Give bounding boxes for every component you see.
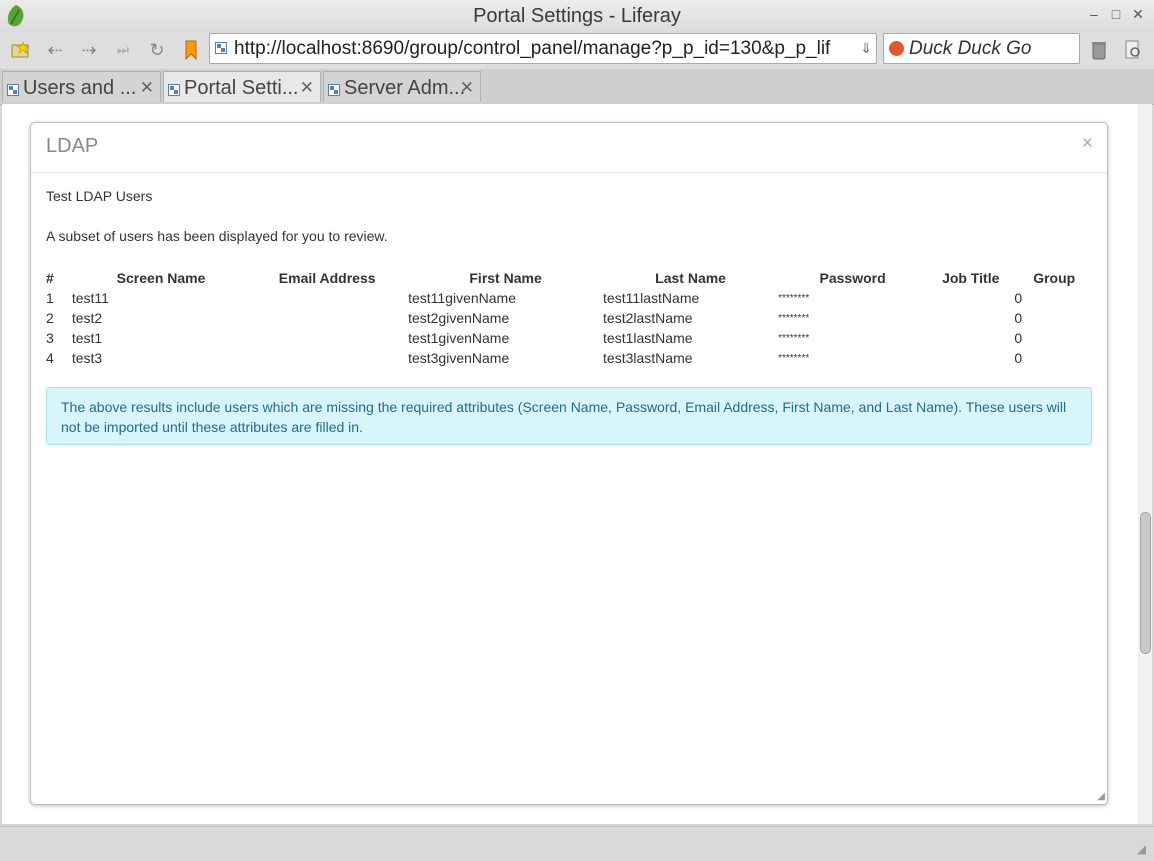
cell-job-title	[927, 328, 1014, 348]
tab-close-icon[interactable]: ✕	[140, 78, 154, 98]
tab-users-and-organizations[interactable]: Users and ... ✕	[2, 71, 161, 102]
cell-first-name: test3givenName	[408, 350, 510, 366]
cell-group: 0	[1014, 310, 1023, 326]
column-header-number: #	[46, 270, 54, 286]
minimize-icon[interactable]: –	[1086, 6, 1102, 23]
dialog-title: LDAP	[46, 135, 99, 157]
fast-forward-icon[interactable]: ⏭	[110, 38, 136, 62]
cell-group: 0	[1014, 290, 1023, 306]
table-row: 2 test2 test2givenName test2lastName ***…	[46, 308, 1094, 328]
column-header-email-address: Email Address	[278, 270, 376, 286]
window-resize-grip-icon[interactable]: ◢	[1137, 842, 1146, 856]
table-row: 1 test11 test11givenName test11lastName …	[46, 288, 1094, 308]
cell-group: 0	[1014, 330, 1023, 346]
tab-server-administration[interactable]: Server Adm... ✕	[323, 71, 481, 102]
duckduckgo-logo-icon	[889, 41, 904, 56]
table-header-row: # Screen Name Email Address First Name L…	[46, 268, 1094, 288]
tab-favicon-icon	[328, 84, 340, 96]
cell-number: 2	[46, 310, 54, 326]
cell-email-address	[250, 288, 404, 308]
cell-email-address	[250, 348, 404, 368]
dialog-header: LDAP ×	[31, 123, 1107, 173]
cell-job-title	[927, 308, 1014, 328]
bookmark-ribbon-icon[interactable]	[178, 38, 204, 62]
cell-first-name: test11givenName	[408, 290, 516, 306]
tab-favicon-icon	[7, 84, 19, 96]
dialog-resize-handle[interactable]: ◢	[1097, 791, 1105, 802]
tab-close-icon[interactable]: ✕	[300, 78, 314, 98]
cell-group: 0	[1014, 350, 1023, 366]
tab-favicon-icon	[168, 84, 180, 96]
tab-bar: Users and ... ✕ Portal Setti... ✕ Server…	[0, 69, 1154, 105]
cell-password: ********	[778, 332, 810, 344]
page-favicon-icon	[215, 42, 227, 54]
cell-first-name: test2givenName	[408, 310, 510, 326]
tab-label: Portal Setti...	[184, 77, 299, 99]
cell-last-name: test3lastName	[603, 350, 693, 366]
window-title: Portal Settings - Liferay	[473, 5, 681, 27]
maximize-icon[interactable]: □	[1108, 6, 1124, 23]
missing-attributes-alert: The above results include users which ar…	[46, 387, 1092, 445]
page-content: LDAP × Test LDAP Users A subset of users…	[2, 104, 1152, 824]
column-header-first-name: First Name	[469, 270, 542, 286]
tab-close-icon[interactable]: ✕	[460, 78, 474, 98]
dialog-intro-text: A subset of users has been displayed for…	[46, 228, 388, 244]
cell-password: ********	[778, 292, 810, 304]
cell-password: ********	[778, 352, 810, 364]
cell-job-title	[927, 288, 1014, 308]
url-text: http://localhost:8690/group/control_pane…	[234, 38, 831, 59]
cell-email-address	[250, 328, 404, 348]
search-bar[interactable]: Duck Duck Go	[883, 33, 1080, 64]
ldap-dialog: LDAP × Test LDAP Users A subset of users…	[30, 122, 1108, 805]
tab-label: Server Adm...	[344, 77, 466, 99]
cell-last-name: test2lastName	[603, 310, 693, 326]
status-bar: ◢	[0, 826, 1154, 861]
cell-screen-name: test1	[71, 330, 103, 346]
table-row: 4 test3 test3givenName test3lastName ***…	[46, 348, 1094, 368]
url-dropdown-icon[interactable]: ⇓	[860, 40, 872, 57]
cell-last-name: test11lastName	[603, 290, 700, 306]
forward-arrow-icon[interactable]: ⇢	[76, 38, 102, 62]
cell-number: 4	[46, 350, 54, 366]
page-scrollbar[interactable]	[1138, 104, 1152, 824]
column-header-screen-name: Screen Name	[116, 270, 206, 286]
cell-email-address	[250, 308, 404, 328]
window-controls: – □ ✕	[1086, 6, 1146, 23]
cell-screen-name: test2	[71, 310, 103, 326]
column-header-job-title: Job Title	[942, 270, 1000, 286]
cell-first-name: test1givenName	[408, 330, 510, 346]
close-icon[interactable]: ×	[1082, 133, 1093, 155]
tab-portal-settings[interactable]: Portal Setti... ✕	[163, 71, 321, 102]
column-header-password: Password	[819, 270, 886, 286]
table-row: 3 test1 test1givenName test1lastName ***…	[46, 328, 1094, 348]
cell-number: 1	[46, 290, 54, 306]
column-header-last-name: Last Name	[655, 270, 726, 286]
trash-icon[interactable]	[1086, 38, 1112, 62]
page-tool-icon[interactable]	[1120, 38, 1146, 62]
bookmarks-star-icon[interactable]	[8, 38, 34, 62]
close-window-icon[interactable]: ✕	[1130, 6, 1146, 23]
cell-password: ********	[778, 312, 810, 324]
ldap-users-table: # Screen Name Email Address First Name L…	[46, 268, 1094, 368]
reload-icon[interactable]: ↻	[144, 38, 170, 62]
page-scrollbar-thumb[interactable]	[1140, 512, 1151, 654]
column-header-group: Group	[1033, 270, 1076, 286]
url-bar[interactable]: http://localhost:8690/group/control_pane…	[209, 33, 877, 64]
cell-last-name: test1lastName	[603, 330, 693, 346]
cell-number: 3	[46, 330, 54, 346]
dialog-subtitle: Test LDAP Users	[46, 188, 153, 204]
title-bar: Portal Settings - Liferay – □ ✕	[0, 0, 1154, 33]
tab-label: Users and ...	[23, 77, 137, 99]
cell-job-title	[927, 348, 1014, 368]
back-arrow-icon[interactable]: ⇠	[42, 38, 68, 62]
cell-screen-name: test3	[71, 350, 103, 366]
cell-screen-name: test11	[71, 290, 109, 306]
search-engine-label: Duck Duck Go	[909, 38, 1032, 59]
